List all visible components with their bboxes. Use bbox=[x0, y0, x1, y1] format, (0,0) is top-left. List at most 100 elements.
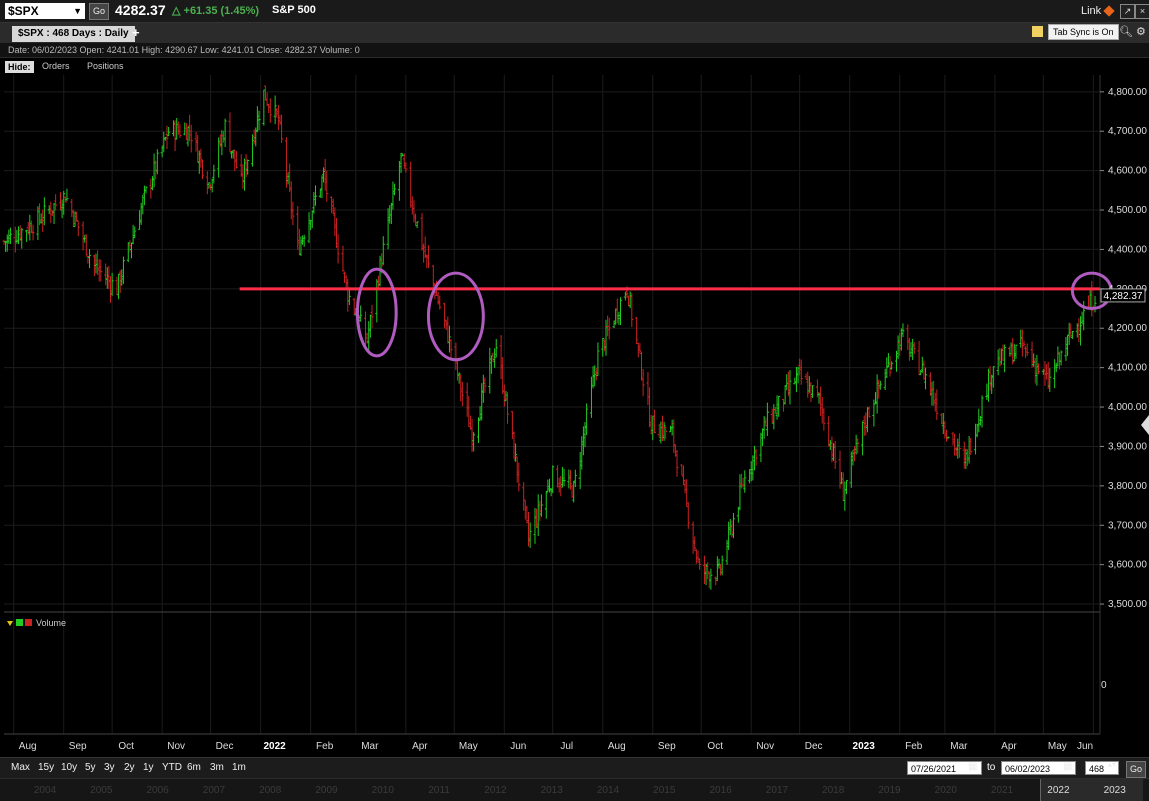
range-button-3m[interactable]: 3m bbox=[210, 762, 224, 773]
orders-toggle[interactable]: Orders bbox=[42, 61, 70, 71]
navigator-year: 2006 bbox=[146, 785, 169, 796]
x-tick-label: Jul bbox=[560, 741, 574, 752]
navigator-year: 2023 bbox=[1103, 785, 1126, 796]
x-tick-label: Oct bbox=[118, 741, 134, 752]
y-tick-label: 4,200.00 bbox=[1108, 323, 1147, 334]
go-button[interactable]: Go bbox=[89, 3, 109, 20]
y-tick-label: 4,700.00 bbox=[1108, 126, 1147, 137]
to-calendar-icon[interactable]: ▦ bbox=[1063, 761, 1072, 772]
to-label: to bbox=[987, 762, 996, 773]
y-tick-label: 3,600.00 bbox=[1108, 560, 1147, 571]
chart-tab[interactable]: $SPX : 468 Days : Daily bbox=[12, 26, 135, 42]
x-tick-label: Nov bbox=[167, 741, 186, 752]
ohlc-info-line: Date: 06/02/2023 Open: 4241.01 High: 429… bbox=[0, 43, 1149, 58]
chevron-down-icon[interactable]: ▼ bbox=[73, 3, 82, 19]
x-tick-label: Apr bbox=[1001, 741, 1017, 752]
last-price-tag: 4,282.37 bbox=[1100, 288, 1146, 303]
navigator-year: 2018 bbox=[822, 785, 845, 796]
navigator-year: 2004 bbox=[33, 785, 57, 796]
navigator-year: 2022 bbox=[1047, 785, 1070, 796]
panel-toggle-bar: Hide: Orders Positions bbox=[0, 59, 1149, 75]
link-button[interactable]: Link bbox=[1081, 5, 1101, 17]
price-change-text: +61.35 (1.45%) bbox=[183, 5, 260, 17]
price-chart[interactable]: 4,800.00 4,700.00 4,600.00 4,500.00 4,400.00… bbox=[0, 75, 1149, 743]
y-tick-label: 4,500.00 bbox=[1108, 205, 1147, 216]
volume-axis-value: 0 bbox=[1101, 680, 1107, 691]
x-tick-label: May bbox=[1047, 741, 1067, 752]
volume-up-swatch bbox=[16, 619, 23, 626]
x-tick-label: Oct bbox=[707, 741, 723, 752]
y-tick-label: 4,800.00 bbox=[1108, 87, 1147, 98]
symbol-input[interactable]: $SPX ▼ bbox=[5, 3, 85, 19]
x-tick-label: May bbox=[458, 741, 478, 752]
tab-sync-button[interactable]: Tab Sync is On bbox=[1048, 24, 1119, 40]
x-tick-label: Sep bbox=[68, 741, 87, 752]
range-button-10y[interactable]: 10y bbox=[61, 762, 77, 773]
navigator-year: 2020 bbox=[934, 785, 957, 796]
x-tick-label: 2023 bbox=[852, 741, 875, 752]
x-tick-label: Feb bbox=[905, 741, 923, 752]
navigator-year: 2009 bbox=[315, 785, 338, 796]
navigator-year: 2008 bbox=[259, 785, 282, 796]
navigator-year: 2013 bbox=[540, 785, 563, 796]
y-tick-label: 4,000.00 bbox=[1108, 402, 1147, 413]
x-tick-label: Mar bbox=[361, 741, 379, 752]
navigator-year: 2012 bbox=[484, 785, 507, 796]
range-button-6m[interactable]: 6m bbox=[187, 762, 201, 773]
volume-down-swatch bbox=[25, 619, 32, 626]
price-tag-text: 4,282.37 bbox=[1104, 291, 1143, 302]
range-button-1m[interactable]: 1m bbox=[232, 762, 246, 773]
range-button-5y[interactable]: 5y bbox=[85, 762, 96, 773]
x-tick-label: Jun bbox=[510, 741, 527, 752]
navigator-year: 2019 bbox=[878, 785, 901, 796]
navigator-year: 2011 bbox=[428, 785, 450, 796]
range-go-button[interactable]: Go bbox=[1126, 761, 1146, 778]
search-icon[interactable]: 🔍︎ bbox=[1119, 25, 1133, 38]
hide-button[interactable]: Hide: bbox=[5, 61, 34, 73]
popout-icon[interactable]: ↗ bbox=[1120, 4, 1135, 19]
positions-toggle[interactable]: Positions bbox=[87, 61, 124, 71]
chart-background bbox=[0, 75, 1149, 743]
symbol-text: $SPX bbox=[8, 4, 39, 18]
index-name: S&P 500 bbox=[272, 4, 316, 16]
tab-bar: $SPX : 468 Days : Daily + bbox=[0, 23, 1149, 43]
range-button-1y[interactable]: 1y bbox=[143, 762, 154, 773]
y-tick-label: 4,400.00 bbox=[1108, 244, 1147, 255]
add-tab-button[interactable]: + bbox=[132, 25, 140, 40]
x-tick-label: Aug bbox=[607, 741, 626, 752]
range-button-3y[interactable]: 3y bbox=[104, 762, 115, 773]
x-tick-label: Sep bbox=[657, 741, 676, 752]
close-icon[interactable]: × bbox=[1135, 4, 1149, 19]
from-calendar-icon[interactable]: ▦ bbox=[968, 761, 977, 772]
navigator-year: 2010 bbox=[371, 785, 394, 796]
note-icon[interactable] bbox=[1032, 26, 1043, 37]
x-tick-label: Dec bbox=[215, 741, 234, 752]
price-change: △ +61.35 (1.45%) bbox=[172, 4, 259, 17]
y-tick-label: 3,700.00 bbox=[1108, 520, 1147, 531]
navigator-year: 2016 bbox=[709, 785, 732, 796]
x-tick-label: Nov bbox=[756, 741, 775, 752]
navigator-year: 2017 bbox=[765, 785, 789, 796]
x-tick-label: Feb bbox=[316, 741, 334, 752]
range-button-max[interactable]: Max bbox=[11, 762, 30, 773]
link-diamond-icon[interactable] bbox=[1103, 5, 1115, 17]
time-navigator[interactable]: 2004 2005 2006 2007 2008 2009 2010 2011 2012 2013… bbox=[0, 778, 1149, 801]
y-tick-label: 3,900.00 bbox=[1108, 441, 1147, 452]
y-tick-label: 3,500.00 bbox=[1108, 599, 1147, 610]
days-stepper-icon[interactable]: ▴▾ bbox=[1108, 760, 1116, 769]
navigator-year: 2007 bbox=[202, 785, 226, 796]
x-tick-label: Aug bbox=[18, 741, 37, 752]
last-price: 4282.37 bbox=[115, 2, 166, 18]
y-tick-label: 4,100.00 bbox=[1108, 363, 1147, 374]
x-tick-label: 2022 bbox=[263, 741, 286, 752]
volume-label: Volume bbox=[36, 618, 66, 628]
triangle-up-icon: △ bbox=[172, 5, 184, 17]
navigator-year: 2014 bbox=[596, 785, 620, 796]
y-tick-label: 4,600.00 bbox=[1108, 166, 1147, 177]
top-toolbar: $SPX ▼ Go 4282.37 △ +61.35 (1.45%) S&P 50… bbox=[0, 0, 1149, 23]
settings-icon[interactable]: ⚙ bbox=[1136, 25, 1146, 38]
range-button-2y[interactable]: 2y bbox=[124, 762, 135, 773]
range-button-15y[interactable]: 15y bbox=[38, 762, 54, 773]
range-button-ytd[interactable]: YTD bbox=[162, 762, 182, 773]
x-tick-label: Jun bbox=[1076, 741, 1094, 752]
